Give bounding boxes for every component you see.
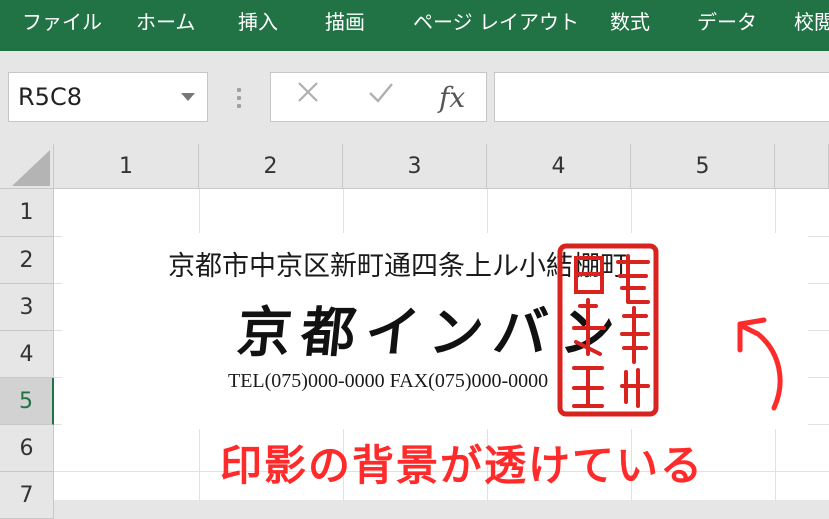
drag-handle-icon[interactable]: [237, 88, 241, 108]
row-header[interactable]: 1: [0, 189, 54, 237]
column-header[interactable]: 4: [487, 144, 631, 189]
row-header[interactable]: 6: [0, 425, 54, 472]
tab-home[interactable]: ホーム: [136, 0, 195, 51]
tab-data[interactable]: データ: [697, 0, 757, 51]
name-box-value: R5C8: [18, 83, 82, 111]
column-header-partial[interactable]: [775, 144, 829, 189]
name-box[interactable]: R5C8: [8, 72, 208, 122]
formula-input[interactable]: [494, 72, 829, 122]
select-all-button[interactable]: [0, 144, 54, 189]
row-header[interactable]: 3: [0, 284, 54, 331]
column-header[interactable]: 1: [54, 144, 199, 189]
close-icon[interactable]: [295, 79, 321, 112]
company-contact: TEL(075)000-0000 FAX(075)000-0000: [228, 370, 549, 392]
column-header[interactable]: 5: [631, 144, 775, 189]
column-header[interactable]: 2: [199, 144, 343, 189]
chevron-down-icon[interactable]: [181, 93, 195, 101]
tab-file[interactable]: ファイル: [22, 0, 102, 51]
row-header[interactable]: 2: [0, 237, 54, 284]
arrow-annotation-icon: [737, 317, 783, 411]
tab-page-layout[interactable]: ページ レイアウト: [413, 0, 579, 51]
ribbon-tab-bar: ファイル ホーム 挿入 描画 ページ レイアウト 数式 データ 校閲: [0, 0, 829, 51]
row-header[interactable]: 7: [0, 472, 54, 519]
seal-stamp-icon[interactable]: [556, 242, 660, 418]
tab-formulas[interactable]: 数式: [610, 0, 650, 51]
tab-insert[interactable]: 挿入: [238, 0, 278, 51]
column-header[interactable]: 3: [343, 144, 487, 189]
formula-buttons: fx: [270, 72, 487, 122]
annotation-caption: 印影の背景が透けている: [220, 441, 705, 490]
tab-review[interactable]: 校閲: [794, 0, 829, 51]
row-header[interactable]: 4: [0, 331, 54, 378]
tab-draw[interactable]: 描画: [325, 0, 365, 51]
insert-function-button[interactable]: fx: [439, 81, 465, 114]
row-header-active[interactable]: 5: [0, 378, 54, 425]
check-icon[interactable]: [367, 79, 395, 112]
